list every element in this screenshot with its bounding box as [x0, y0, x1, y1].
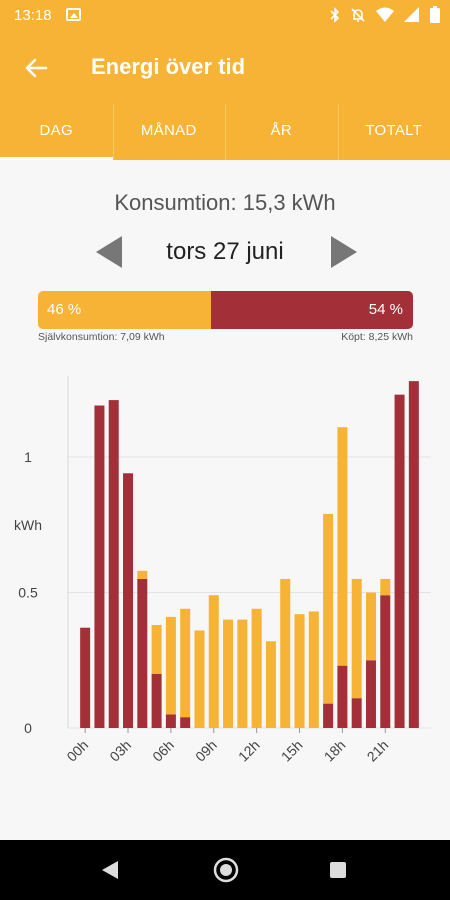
date-label: tors 27 juni — [166, 238, 284, 265]
battery-icon — [430, 6, 440, 23]
bar-self-consumption — [337, 427, 348, 666]
self-consumption-label: Självkonsumtion: 7,09 kWh — [38, 331, 165, 343]
y-tick-label: 0 — [24, 720, 32, 736]
y-tick-label: 1 — [24, 449, 32, 465]
bar-bought — [151, 673, 162, 728]
bar-self-consumption — [380, 578, 391, 596]
consumption-split-bar: 46 % 54 % — [38, 291, 413, 329]
nav-back-icon[interactable] — [102, 861, 118, 879]
y-tick-label: 0.5 — [18, 585, 38, 601]
arrow-back-icon[interactable] — [22, 54, 50, 82]
consumption-total: Konsumtion: 15,3 kWh — [114, 190, 336, 215]
hourly-energy-chart: kWh 0 0.5 1 00h 03h 06h 09h 12h 15h 18h 21h — [14, 375, 431, 765]
system-nav-bar — [0, 840, 450, 900]
bar-self-consumption — [308, 611, 319, 728]
bar-self-consumption — [137, 570, 148, 579]
bar-bought — [137, 578, 148, 728]
bar-bought — [94, 405, 105, 728]
split-labels: Självkonsumtion: 7,09 kWh Köpt: 8,25 kWh — [38, 331, 413, 343]
bar-bought — [123, 473, 134, 728]
x-tick-label: 09h — [192, 737, 220, 765]
x-tick-label: 00h — [63, 737, 91, 765]
bar-self-consumption — [194, 630, 205, 728]
status-bar: 13:18 — [0, 0, 450, 32]
x-tick-label: 06h — [149, 737, 177, 765]
bar-bought — [351, 698, 362, 728]
tab-year[interactable]: ÅR — [225, 104, 338, 160]
tab-month[interactable]: MÅNAD — [112, 104, 226, 160]
bar-self-consumption — [280, 578, 291, 728]
x-tick-label: 12h — [235, 737, 263, 765]
bar-bought — [108, 400, 119, 728]
self-consumption-segment: 46 % — [38, 291, 211, 329]
wifi-icon — [376, 7, 394, 22]
status-icons — [330, 6, 440, 23]
date-navigator: tors 27 juni — [0, 232, 450, 272]
bar-bought — [394, 394, 405, 728]
bar-self-consumption — [251, 608, 262, 728]
status-time: 13:18 — [14, 7, 52, 24]
x-tick-label: 03h — [106, 737, 134, 765]
tab-day[interactable]: DAG — [0, 104, 113, 160]
bar-self-consumption — [351, 578, 362, 699]
bar-self-consumption — [237, 619, 248, 728]
signal-icon — [404, 6, 419, 22]
y-axis-label: kWh — [14, 517, 42, 533]
image-notification-icon — [66, 8, 81, 21]
self-percent: 46 % — [47, 301, 82, 318]
bar-self-consumption — [294, 614, 305, 728]
app-bar: Energi över tid — [0, 32, 450, 104]
x-tick-label: 15h — [278, 737, 306, 765]
bar-self-consumption — [165, 616, 176, 715]
bar-bought — [165, 714, 176, 728]
main-content: Konsumtion: 15,3 kWh tors 27 juni 46 % 5… — [0, 160, 450, 840]
bar-self-consumption — [180, 608, 191, 718]
bar-bought — [80, 627, 91, 728]
bar-self-consumption — [365, 592, 376, 661]
x-tick-label: 18h — [321, 737, 349, 765]
bar-self-consumption — [323, 513, 334, 704]
bar-bought — [365, 660, 376, 728]
bar-self-consumption — [151, 625, 162, 674]
nav-recent-icon[interactable] — [330, 862, 346, 878]
bought-segment: 54 % — [210, 291, 413, 329]
period-tabs: DAG MÅNAD ÅR TOTALT — [0, 104, 450, 160]
bar-self-consumption — [208, 595, 219, 728]
bar-bought — [408, 381, 419, 728]
bar-bought — [323, 703, 334, 728]
mute-icon — [351, 7, 365, 22]
bar-bought — [380, 595, 391, 728]
next-day-icon[interactable] — [331, 236, 357, 268]
x-tick-label: 21h — [364, 737, 392, 765]
bar-bought — [180, 717, 191, 728]
page-title: Energi över tid — [91, 54, 246, 79]
tab-total[interactable]: TOTALT — [337, 104, 450, 160]
bar-self-consumption — [223, 619, 234, 728]
bought-percent: 54 % — [368, 301, 403, 318]
bar-self-consumption — [265, 641, 276, 728]
bluetooth-icon — [330, 6, 340, 23]
nav-home-icon[interactable] — [212, 856, 240, 884]
bar-bought — [337, 665, 348, 728]
bought-label: Köpt: 8,25 kWh — [341, 331, 413, 343]
